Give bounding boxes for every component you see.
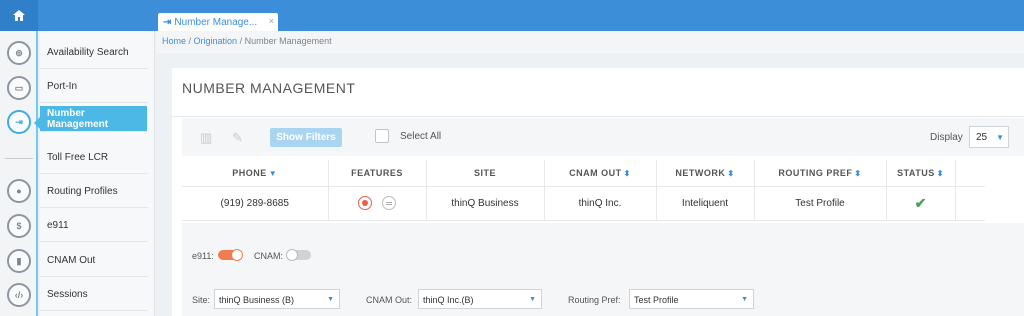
column-header-site: SITE bbox=[426, 160, 545, 187]
sidebar: Availability Search Port-In Number Manag… bbox=[34, 31, 155, 316]
cell-extra bbox=[955, 186, 985, 221]
chevron-down-icon: ▼ bbox=[741, 296, 748, 303]
rail-divider bbox=[5, 158, 33, 159]
cnam-out-label: CNAM Out: bbox=[366, 295, 413, 305]
sidebar-item-e911[interactable]: e911 bbox=[40, 209, 148, 242]
cell-phone: (919) 289-8685 bbox=[182, 186, 329, 221]
sort-icon: ⬍ bbox=[623, 168, 631, 178]
e911-toggle[interactable] bbox=[218, 249, 243, 261]
column-header-features: FEATURES bbox=[328, 160, 427, 187]
display-label: Display bbox=[930, 132, 963, 143]
breadcrumb-home[interactable]: Home bbox=[162, 36, 186, 46]
edit-pencil-icon[interactable]: ✎ bbox=[232, 130, 243, 146]
chevron-down-icon: ▼ bbox=[529, 296, 536, 303]
port-in-icon[interactable]: ▭ bbox=[7, 76, 31, 100]
cnam-out-select[interactable]: thinQ Inc.(B) ▼ bbox=[418, 289, 542, 309]
table-toolbar: ▥ ✎ Show Filters Select All Display 25 ▼ bbox=[182, 118, 1024, 156]
column-header-extra bbox=[955, 160, 985, 187]
routing-profiles-icon[interactable]: ● bbox=[7, 179, 31, 203]
cnam-toggle-label: CNAM: bbox=[254, 251, 283, 261]
sidebar-item-number-management[interactable]: Number Management bbox=[34, 106, 147, 132]
routing-pref-select[interactable]: Test Profile ▼ bbox=[629, 289, 754, 309]
table-row[interactable]: (919) 289-8685 thinQ Business thinQ Inc.… bbox=[182, 186, 985, 221]
routing-pref-label: Routing Pref: bbox=[568, 295, 621, 305]
breadcrumb-current: Number Management bbox=[244, 36, 332, 46]
sort-icon: ⬍ bbox=[936, 168, 944, 178]
column-header-phone[interactable]: PHONE ▼ bbox=[182, 160, 329, 187]
tab-number-management[interactable]: ⇥ Number Manage... × bbox=[158, 13, 278, 31]
breadcrumb-separator: / bbox=[186, 36, 194, 46]
sort-icon: ⬍ bbox=[727, 168, 735, 178]
select-all-label: Select All bbox=[400, 131, 442, 142]
sidebar-item-cnam-out[interactable]: CNAM Out bbox=[40, 244, 148, 277]
icon-rail: ⊚ ▭ ⇥ ● $ ▮ ‹/› bbox=[0, 31, 38, 316]
breadcrumb-separator: / bbox=[237, 36, 245, 46]
cell-routing-pref: Test Profile bbox=[754, 186, 887, 221]
delete-icon[interactable]: ▥ bbox=[200, 130, 212, 146]
chevron-down-icon: ▼ bbox=[996, 133, 1004, 142]
cell-site: thinQ Business bbox=[426, 186, 545, 221]
sort-desc-icon: ▼ bbox=[268, 168, 278, 178]
sessions-code-icon[interactable]: ‹/› bbox=[7, 283, 31, 307]
cnam-feature-icon[interactable] bbox=[382, 196, 397, 210]
home-icon bbox=[13, 10, 25, 21]
column-header-network[interactable]: NETWORK ⬍ bbox=[656, 160, 755, 187]
display-count-value: 25 bbox=[976, 132, 988, 143]
availability-search-icon[interactable]: ⊚ bbox=[7, 41, 31, 65]
tab-label: Number Manage... bbox=[174, 16, 258, 28]
cell-cnam-out: thinQ Inc. bbox=[544, 186, 657, 221]
page-title: NUMBER MANAGEMENT bbox=[182, 80, 356, 96]
e911-toggle-label: e911: bbox=[192, 251, 214, 261]
chevron-down-icon: ▼ bbox=[327, 296, 334, 303]
e911-feature-icon[interactable] bbox=[357, 196, 372, 210]
toggle-knob bbox=[231, 249, 243, 261]
cnam-toggle[interactable] bbox=[286, 249, 311, 261]
numbers-table: PHONE ▼ FEATURES SITE CNAM OUT ⬍ NETWORK ⬍ … bbox=[182, 160, 985, 221]
title-divider bbox=[172, 116, 1024, 117]
sidebar-item-availability-search[interactable]: Availability Search bbox=[40, 36, 148, 69]
login-arrow-icon: ⇥ bbox=[163, 16, 172, 28]
cnam-out-icon[interactable]: ▮ bbox=[7, 249, 31, 273]
column-header-cnam-out[interactable]: CNAM OUT ⬍ bbox=[544, 160, 657, 187]
select-all-checkbox[interactable] bbox=[375, 129, 389, 143]
breadcrumb: Home / Origination / Number Management bbox=[156, 31, 1024, 53]
display-count-select[interactable]: 25 ▼ bbox=[969, 126, 1009, 148]
column-header-status[interactable]: STATUS ⬍ bbox=[886, 160, 956, 187]
sort-icon: ⬍ bbox=[854, 168, 862, 178]
site-select-value: thinQ Business (B) bbox=[219, 295, 295, 305]
e911-icon[interactable]: $ bbox=[7, 214, 31, 238]
show-filters-button[interactable]: Show Filters bbox=[270, 128, 342, 147]
main-panel: NUMBER MANAGEMENT ▥ ✎ Show Filters Selec… bbox=[172, 68, 1024, 316]
site-select[interactable]: thinQ Business (B) ▼ bbox=[214, 289, 340, 309]
routing-pref-select-value: Test Profile bbox=[634, 295, 679, 305]
breadcrumb-origination[interactable]: Origination bbox=[194, 36, 238, 46]
cell-status: ✔ bbox=[886, 186, 956, 221]
home-button[interactable] bbox=[0, 0, 38, 31]
cell-network: Inteliquent bbox=[656, 186, 755, 221]
column-header-routing-pref[interactable]: ROUTING PREF ⬍ bbox=[754, 160, 887, 187]
number-management-icon[interactable]: ⇥ bbox=[7, 110, 31, 134]
sidebar-item-sessions[interactable]: Sessions bbox=[40, 278, 148, 311]
cell-features bbox=[328, 186, 427, 221]
sidebar-item-port-in[interactable]: Port-In bbox=[40, 70, 148, 103]
tab-close-icon[interactable]: × bbox=[269, 16, 274, 26]
table-header-row: PHONE ▼ FEATURES SITE CNAM OUT ⬍ NETWORK ⬍ … bbox=[182, 160, 985, 187]
toggle-knob bbox=[286, 249, 298, 261]
sidebar-item-toll-free-lcr[interactable]: Toll Free LCR bbox=[40, 141, 148, 174]
sidebar-item-routing-profiles[interactable]: Routing Profiles bbox=[40, 175, 148, 208]
row-details-panel: e911: CNAM: Site: thinQ Business (B) ▼ C… bbox=[182, 223, 1024, 316]
cnam-out-select-value: thinQ Inc.(B) bbox=[423, 295, 474, 305]
top-bar: ⇥ Number Manage... × bbox=[0, 0, 1024, 31]
checkmark-icon: ✔ bbox=[914, 194, 927, 211]
site-label: Site: bbox=[192, 295, 211, 305]
